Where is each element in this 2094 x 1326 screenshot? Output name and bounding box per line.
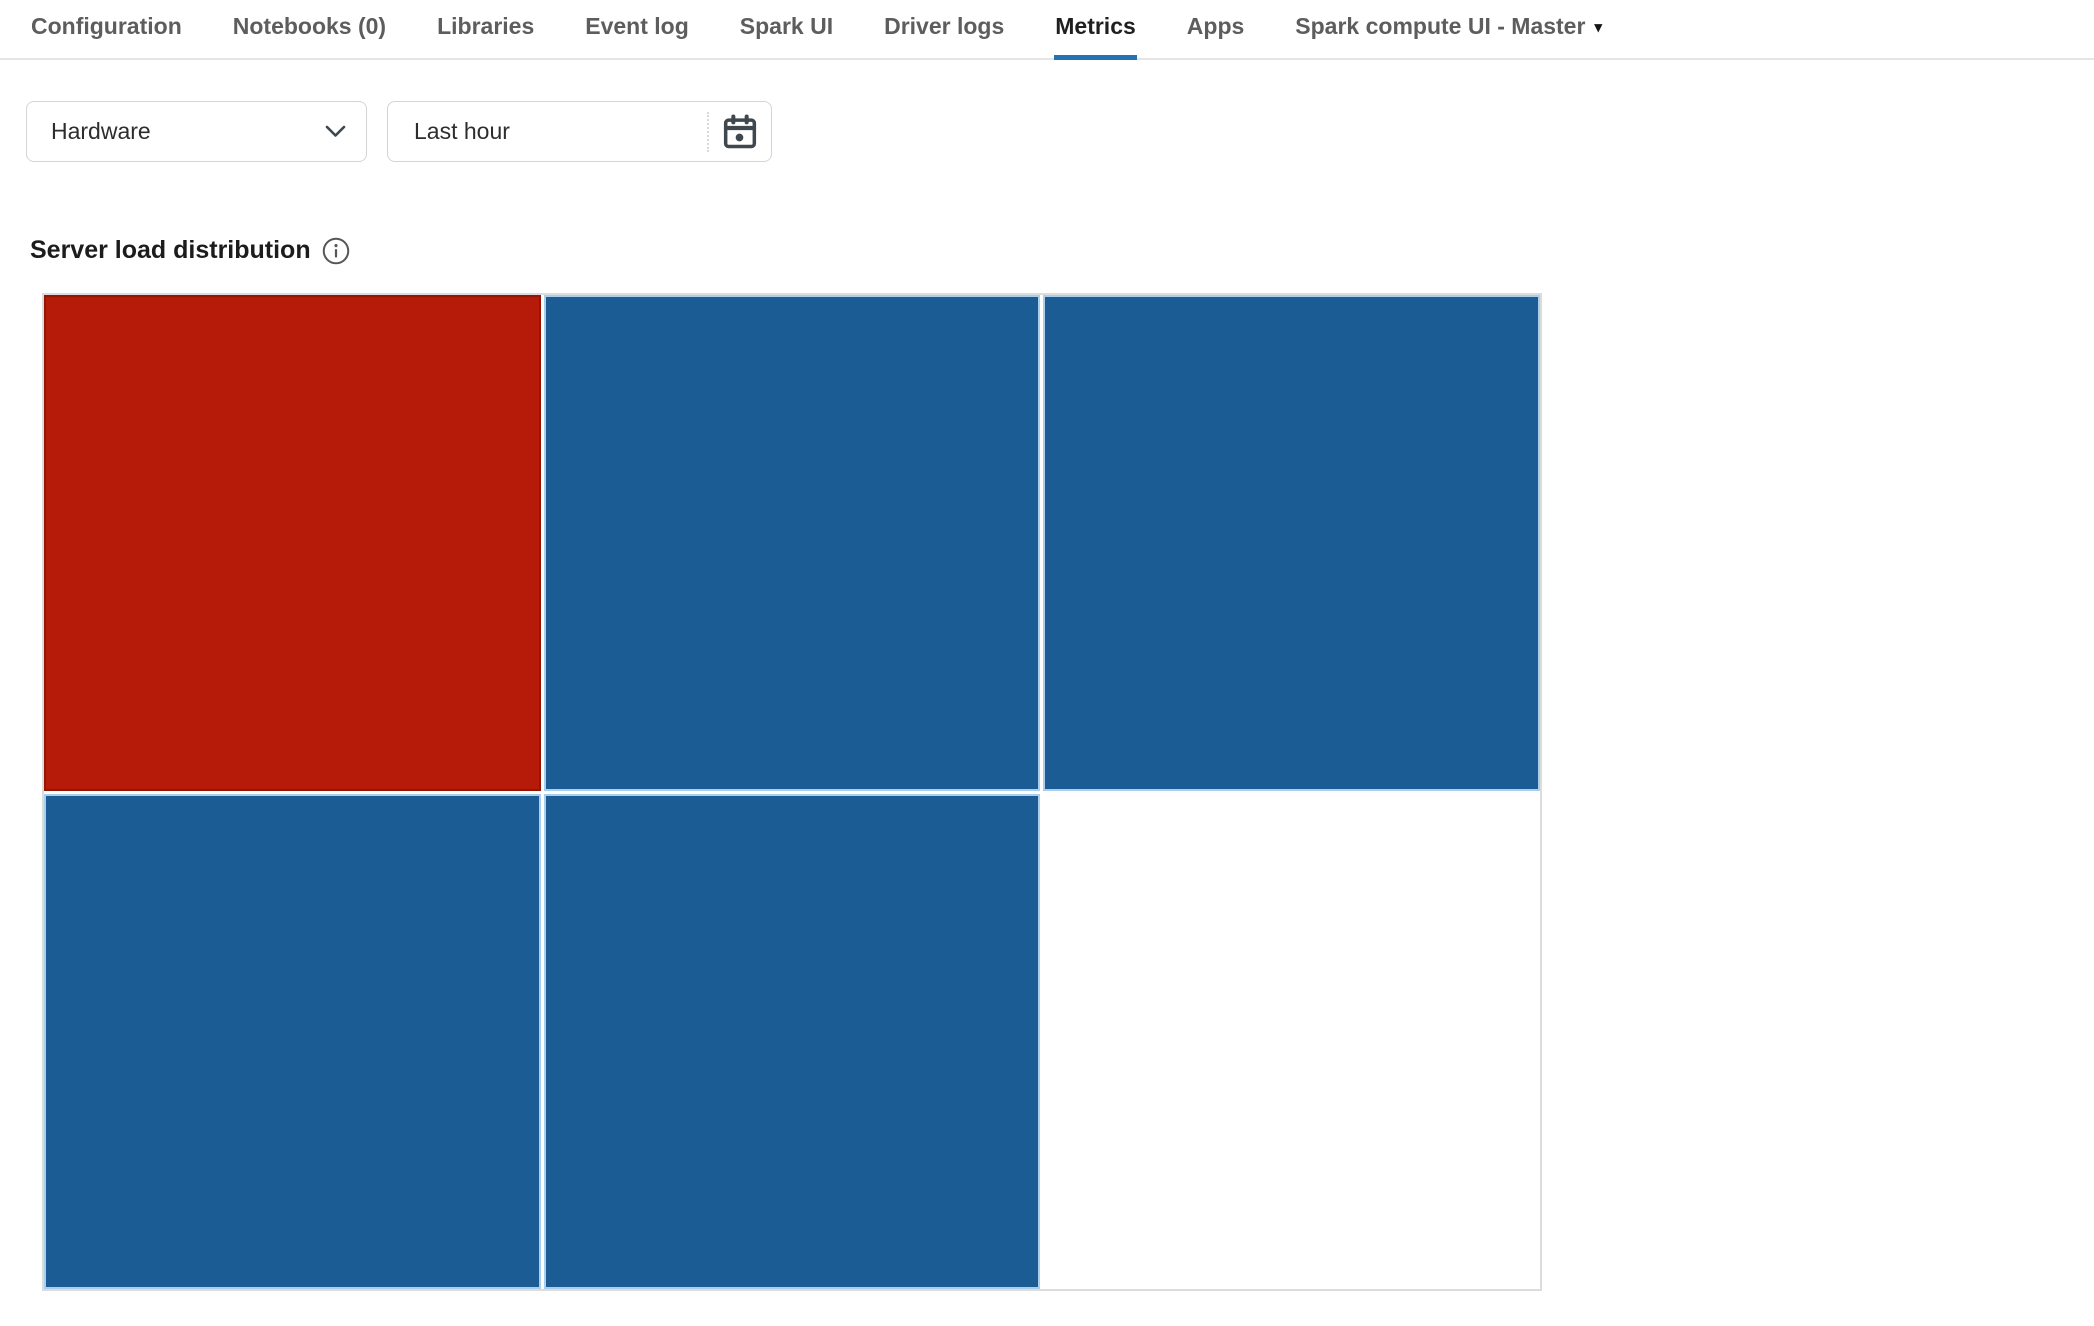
- tab-label: Libraries: [437, 13, 535, 39]
- tab-libraries[interactable]: Libraries: [436, 0, 535, 58]
- time-range-picker[interactable]: Last hour: [387, 101, 772, 162]
- page-title: Server load distribution: [30, 236, 311, 264]
- tab-label: Configuration: [31, 13, 182, 39]
- calendar-icon[interactable]: [709, 112, 771, 152]
- time-range-value: Last hour: [414, 118, 510, 144]
- tab-label: Driver logs: [884, 13, 1005, 39]
- tab-event-log[interactable]: Event log: [584, 0, 690, 58]
- tab-label: Apps: [1186, 13, 1245, 39]
- section-header: Server load distribution: [30, 236, 2094, 265]
- tab-spark-compute-ui-master[interactable]: Spark compute UI - Master ▾: [1294, 0, 1603, 58]
- metric-group-select[interactable]: Hardware: [26, 101, 367, 162]
- heatmap-cell-r0-c1[interactable]: [543, 295, 1041, 791]
- tab-driver-logs[interactable]: Driver logs: [883, 0, 1005, 58]
- cluster-tab-bar: Configuration Notebooks (0) Libraries Event…: [0, 0, 2094, 60]
- metric-group-select-value: Hardware: [51, 118, 151, 144]
- heatmap-cell-r0-c2[interactable]: [1043, 295, 1540, 791]
- heatmap-cell-r1-c1[interactable]: [543, 793, 1041, 1289]
- tab-metrics[interactable]: Metrics: [1054, 0, 1137, 60]
- chevron-down-icon: [325, 125, 346, 138]
- tab-label: Spark UI: [739, 13, 834, 39]
- caret-down-icon: ▾: [1594, 19, 1602, 36]
- tab-label: Metrics: [1055, 13, 1136, 39]
- heatmap-cell-r0-c0[interactable]: [44, 295, 541, 791]
- server-load-heatmap: [42, 293, 1542, 1291]
- metrics-filter-row: Hardware Last hour: [26, 101, 2094, 162]
- heatmap-cell-r1-c0[interactable]: [44, 793, 541, 1289]
- tab-notebooks[interactable]: Notebooks (0): [232, 0, 387, 58]
- tab-apps[interactable]: Apps: [1186, 0, 1246, 58]
- tab-label: Event log: [585, 13, 689, 39]
- info-icon[interactable]: [322, 237, 350, 265]
- tab-label: Notebooks (0): [232, 13, 387, 39]
- tab-configuration[interactable]: Configuration: [30, 0, 183, 58]
- heatmap-cell-r1-c2-empty: [1043, 794, 1540, 1290]
- tab-label: Spark compute UI - Master: [1295, 13, 1586, 39]
- tab-spark-ui[interactable]: Spark UI: [739, 0, 834, 58]
